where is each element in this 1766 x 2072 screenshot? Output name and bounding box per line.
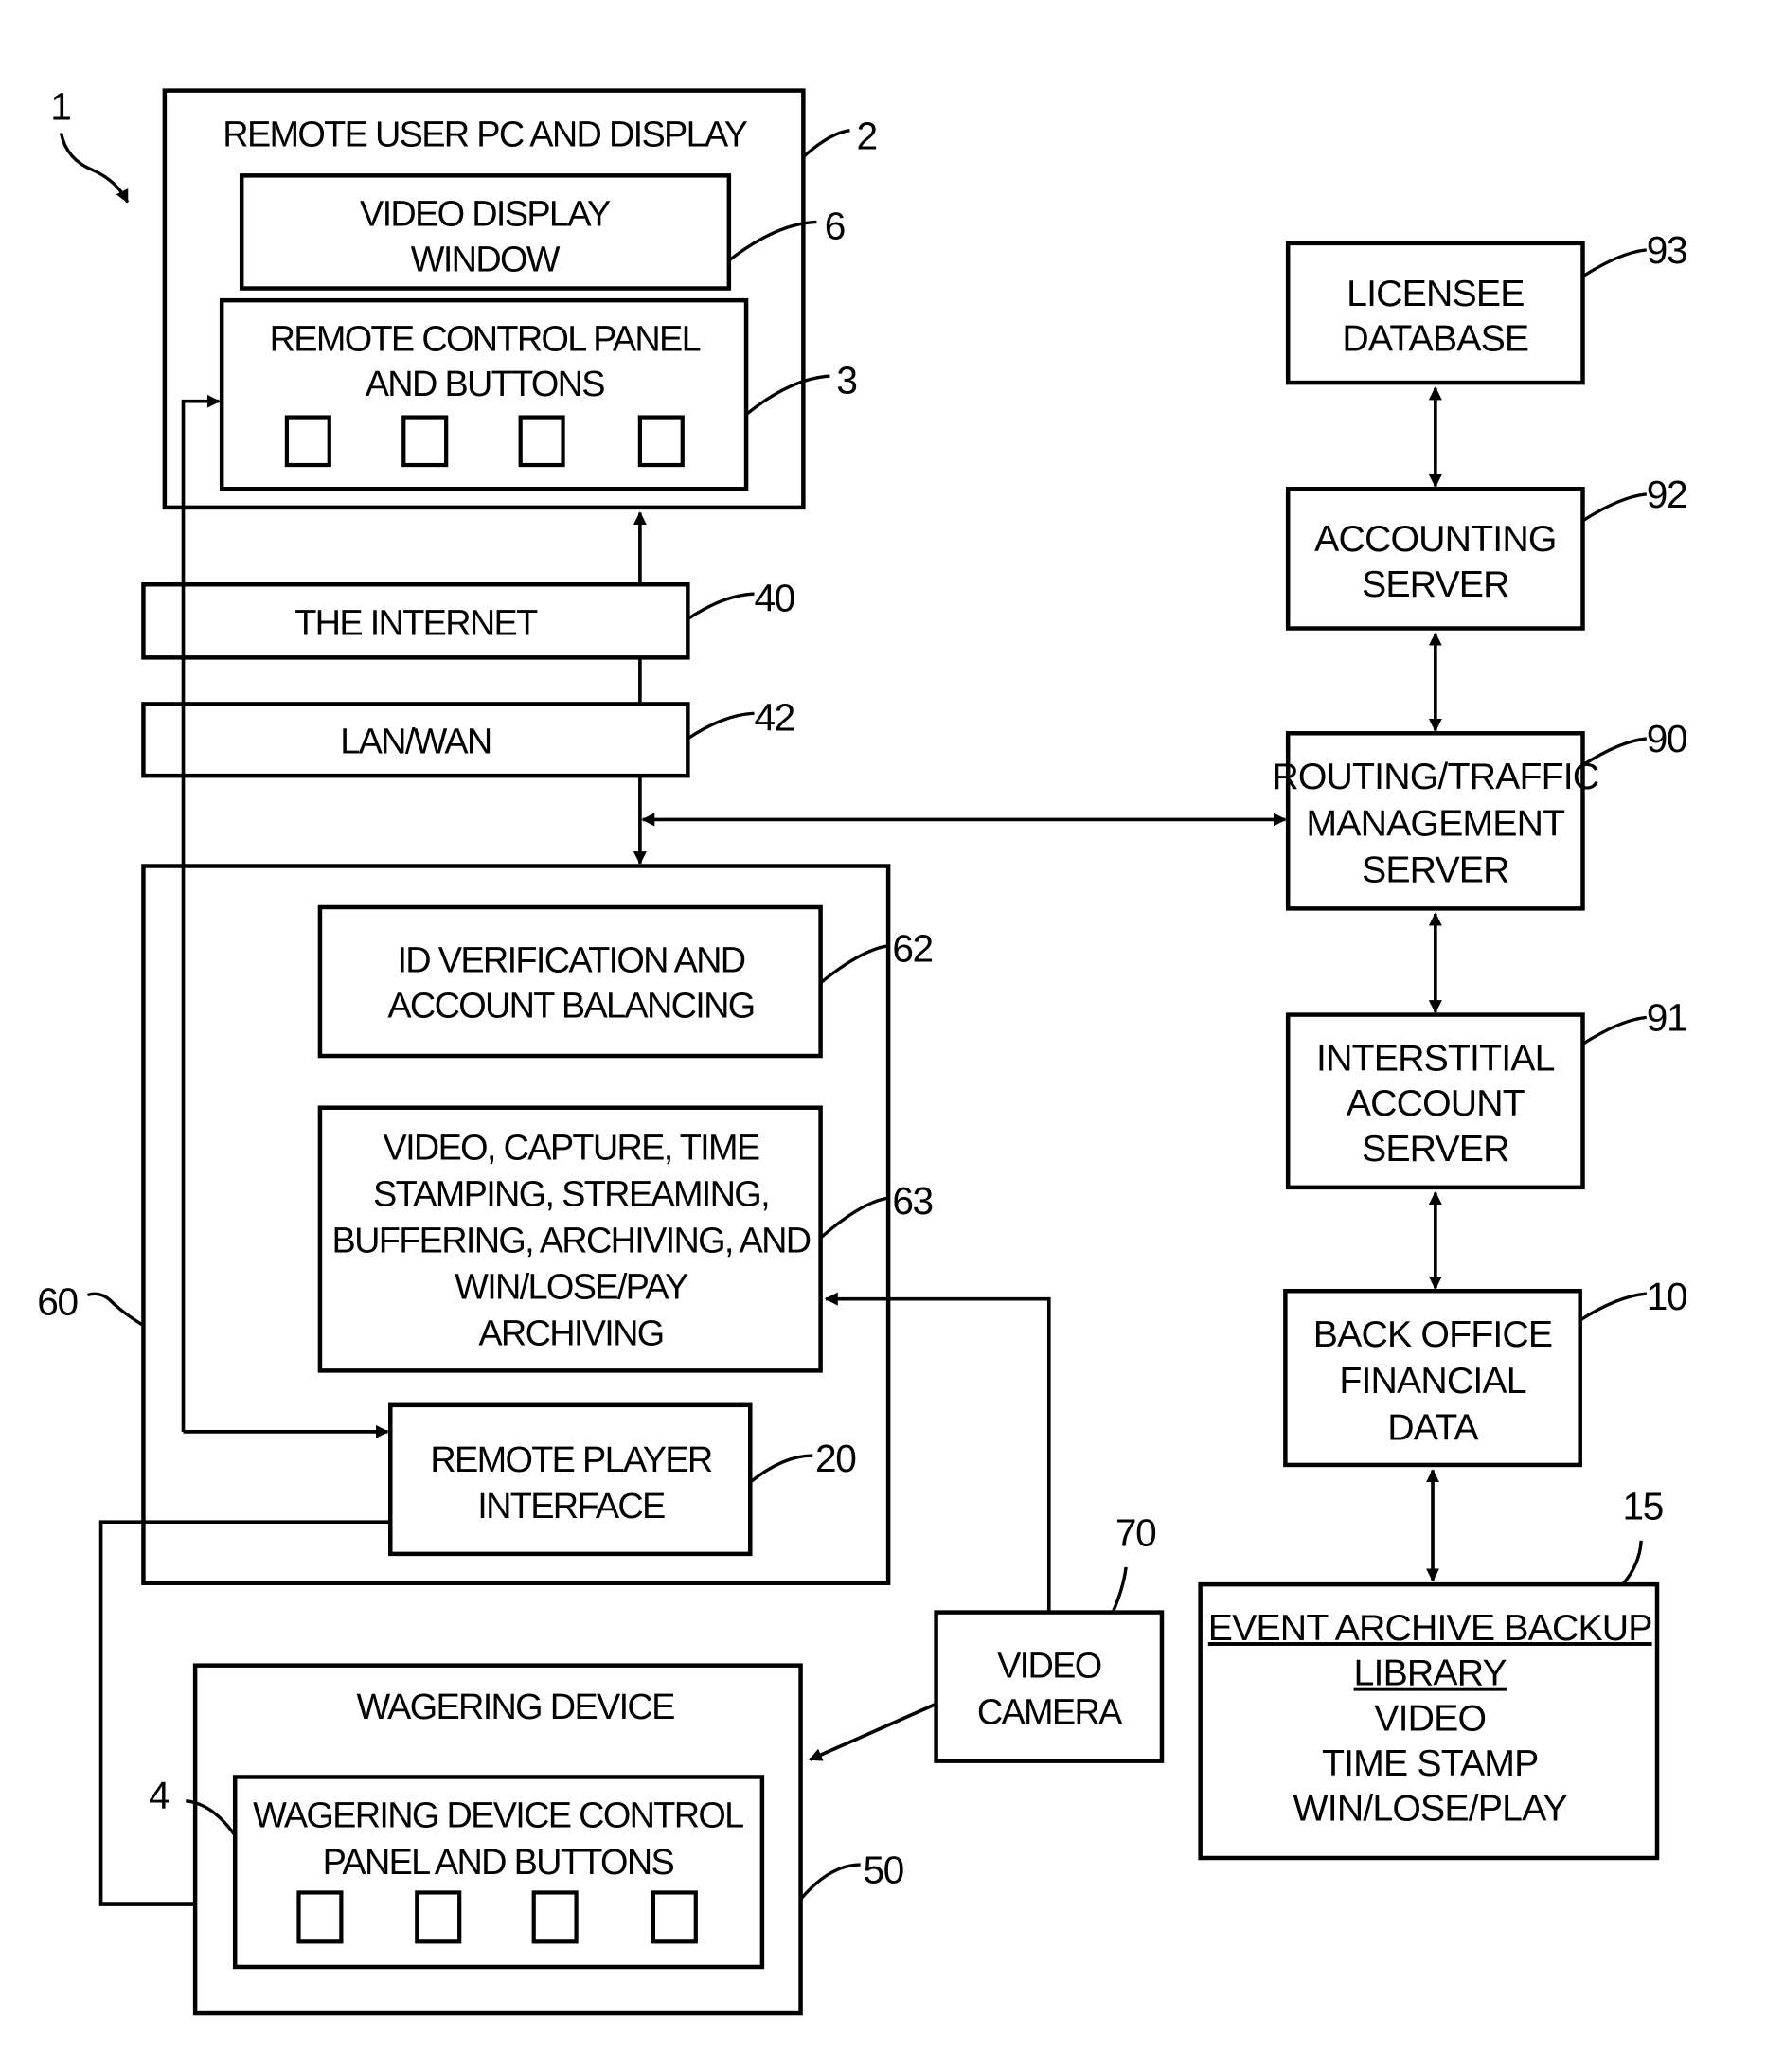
- back-office-line-2: FINANCIAL: [1339, 1360, 1525, 1402]
- accounting-server-block: ACCOUNTING SERVER 92: [1285, 473, 1688, 631]
- ref-50: 50: [863, 1849, 903, 1892]
- event-archive-line-video: VIDEO: [1374, 1697, 1486, 1739]
- remote-control-panel-line-1: REMOTE CONTROL PANEL: [270, 319, 701, 359]
- figure-ref-1: 1: [50, 84, 130, 204]
- ref-70: 70: [1115, 1510, 1156, 1554]
- arrow-camera-to-video-capture: [824, 1292, 1051, 1613]
- ref-leader-20: [749, 1454, 813, 1484]
- video-capture-line-3: BUFFERING, ARCHIVING, AND: [332, 1222, 811, 1261]
- ref-60: 60: [37, 1279, 78, 1323]
- ref-93: 93: [1647, 228, 1686, 272]
- event-archive-title-line-1: EVENT ARCHIVE BACKUP: [1208, 1607, 1652, 1649]
- ref-62: 62: [892, 926, 932, 970]
- ref-4: 4: [149, 1774, 169, 1817]
- remote-player-interface-line-2: INTERFACE: [477, 1487, 665, 1527]
- event-archive-line-winloseplay: WIN/LOSE/PLAY: [1293, 1788, 1568, 1830]
- routing-server-line-2: MANAGEMENT: [1306, 802, 1565, 844]
- ref-20: 20: [815, 1437, 856, 1480]
- ref-leader-10: [1579, 1292, 1647, 1322]
- wagering-button-3[interactable]: [531, 1890, 579, 1944]
- id-verification-line-1: ID VERIFICATION AND: [397, 941, 744, 981]
- ref-42: 42: [754, 695, 794, 739]
- ref-10: 10: [1647, 1275, 1687, 1318]
- remote-control-panel-line-2: AND BUTTONS: [366, 365, 605, 404]
- video-capture-line-4: WIN/LOSE/PAY: [455, 1268, 688, 1308]
- accounting-server-line-1: ACCOUNTING: [1314, 518, 1556, 560]
- wagering-button-4[interactable]: [651, 1890, 698, 1944]
- back-office-line-3: DATA: [1387, 1406, 1479, 1448]
- id-verification-line-2: ACCOUNT BALANCING: [387, 986, 754, 1026]
- arrow-camera-to-wagering-device: [809, 1702, 937, 1761]
- interstitial-server-block: INTERSTITIAL ACCOUNT SERVER 91: [1285, 995, 1688, 1190]
- licensee-database-line-2: DATABASE: [1342, 317, 1528, 359]
- ref-leader-91: [1581, 1015, 1647, 1045]
- wagering-control-panel-block: WAGERING DEVICE CONTROL PANEL AND BUTTON…: [149, 1774, 765, 1970]
- id-verification-block: ID VERIFICATION AND ACCOUNT BALANCING 62: [317, 904, 934, 1059]
- interstitial-server-line-3: SERVER: [1362, 1128, 1509, 1170]
- internet-block: THE INTERNET 40: [141, 576, 796, 660]
- remote-player-interface-line-1: REMOTE PLAYER: [430, 1440, 712, 1480]
- ref-92: 92: [1647, 473, 1686, 516]
- ref-leader-60: [87, 1292, 145, 1328]
- routing-server-block: ROUTING/TRAFFIC MANAGEMENT SERVER 90: [1272, 717, 1688, 911]
- licensee-database-block: LICENSEE DATABASE 93: [1285, 228, 1688, 385]
- line-control-panel-loop: [181, 394, 221, 1432]
- ref-2: 2: [856, 114, 876, 157]
- ref-leader-62: [819, 943, 890, 985]
- wagering-control-panel-line-2: PANEL AND BUTTONS: [323, 1843, 674, 1883]
- video-display-window-line-1: VIDEO DISPLAY: [360, 195, 611, 235]
- ref-leader-2: [802, 128, 850, 158]
- block-diagram: 1 REMOTE USER PC AND DISPLAY 2 VIDEO DIS…: [37, 84, 1688, 2016]
- wagering-button-1[interactable]: [296, 1890, 344, 1944]
- video-display-window-line-2: WINDOW: [411, 240, 561, 279]
- ref-leader-15: [1621, 1540, 1643, 1586]
- event-archive-title-line-2: LIBRARY: [1354, 1652, 1507, 1694]
- ref-leader-93: [1581, 248, 1647, 278]
- video-camera-line-1: VIDEO: [997, 1646, 1101, 1686]
- remote-button-2[interactable]: [401, 415, 449, 468]
- wagering-control-panel-line-1: WAGERING DEVICE CONTROL: [253, 1796, 743, 1836]
- interstitial-server-line-2: ACCOUNT: [1347, 1082, 1525, 1124]
- routing-server-line-3: SERVER: [1362, 848, 1509, 890]
- routing-server-line-1: ROUTING/TRAFFIC: [1272, 756, 1598, 797]
- lan-wan-label: LAN/WAN: [340, 722, 491, 761]
- event-archive-line-timestamp: TIME STAMP: [1322, 1742, 1539, 1784]
- ref-6: 6: [825, 205, 845, 248]
- video-camera-line-2: CAMERA: [977, 1692, 1123, 1732]
- figure-number: 1: [50, 84, 70, 128]
- remote-player-interface-block: REMOTE PLAYER INTERFACE 20: [388, 1402, 858, 1557]
- lan-wan-block: LAN/WAN 42: [141, 695, 795, 778]
- wagering-button-2[interactable]: [415, 1890, 462, 1944]
- video-camera-box: [934, 1610, 1165, 1763]
- back-office-block: BACK OFFICE FINANCIAL DATA 10: [1283, 1275, 1688, 1468]
- id-verification-box: [317, 904, 823, 1059]
- video-capture-line-5: ARCHIVING: [478, 1314, 663, 1354]
- video-capture-line-1: VIDEO, CAPTURE, TIME: [384, 1128, 759, 1168]
- ref-leader-42: [687, 711, 755, 741]
- video-capture-line-2: STAMPING, STREAMING,: [373, 1174, 769, 1214]
- ref-91: 91: [1647, 995, 1686, 1039]
- back-office-line-1: BACK OFFICE: [1313, 1313, 1552, 1355]
- ref-63: 63: [892, 1179, 932, 1223]
- ref-leader-63: [819, 1196, 890, 1240]
- ref-leader-70: [1111, 1566, 1128, 1614]
- remote-user-pc-label: REMOTE USER PC AND DISPLAY: [223, 115, 747, 154]
- wagering-device-label: WAGERING DEVICE: [356, 1688, 674, 1727]
- remote-button-4[interactable]: [637, 415, 685, 468]
- remote-button-3[interactable]: [518, 415, 565, 468]
- ref-leader-40: [687, 592, 755, 621]
- ref-leader-50: [799, 1863, 861, 1901]
- internet-label: THE INTERNET: [294, 604, 538, 644]
- ref-90: 90: [1647, 717, 1687, 760]
- remote-button-1[interactable]: [284, 415, 331, 468]
- interstitial-server-line-1: INTERSTITIAL: [1316, 1037, 1555, 1079]
- accounting-server-line-2: SERVER: [1362, 563, 1509, 605]
- licensee-database-line-1: LICENSEE: [1347, 273, 1524, 314]
- ref-leader-92: [1581, 492, 1647, 523]
- figure-pointer-arrow: [59, 133, 130, 204]
- ref-40: 40: [754, 576, 794, 619]
- ref-15: 15: [1623, 1484, 1663, 1527]
- ref-3: 3: [836, 358, 856, 402]
- video-capture-block: VIDEO, CAPTURE, TIME STAMPING, STREAMING…: [317, 1105, 934, 1373]
